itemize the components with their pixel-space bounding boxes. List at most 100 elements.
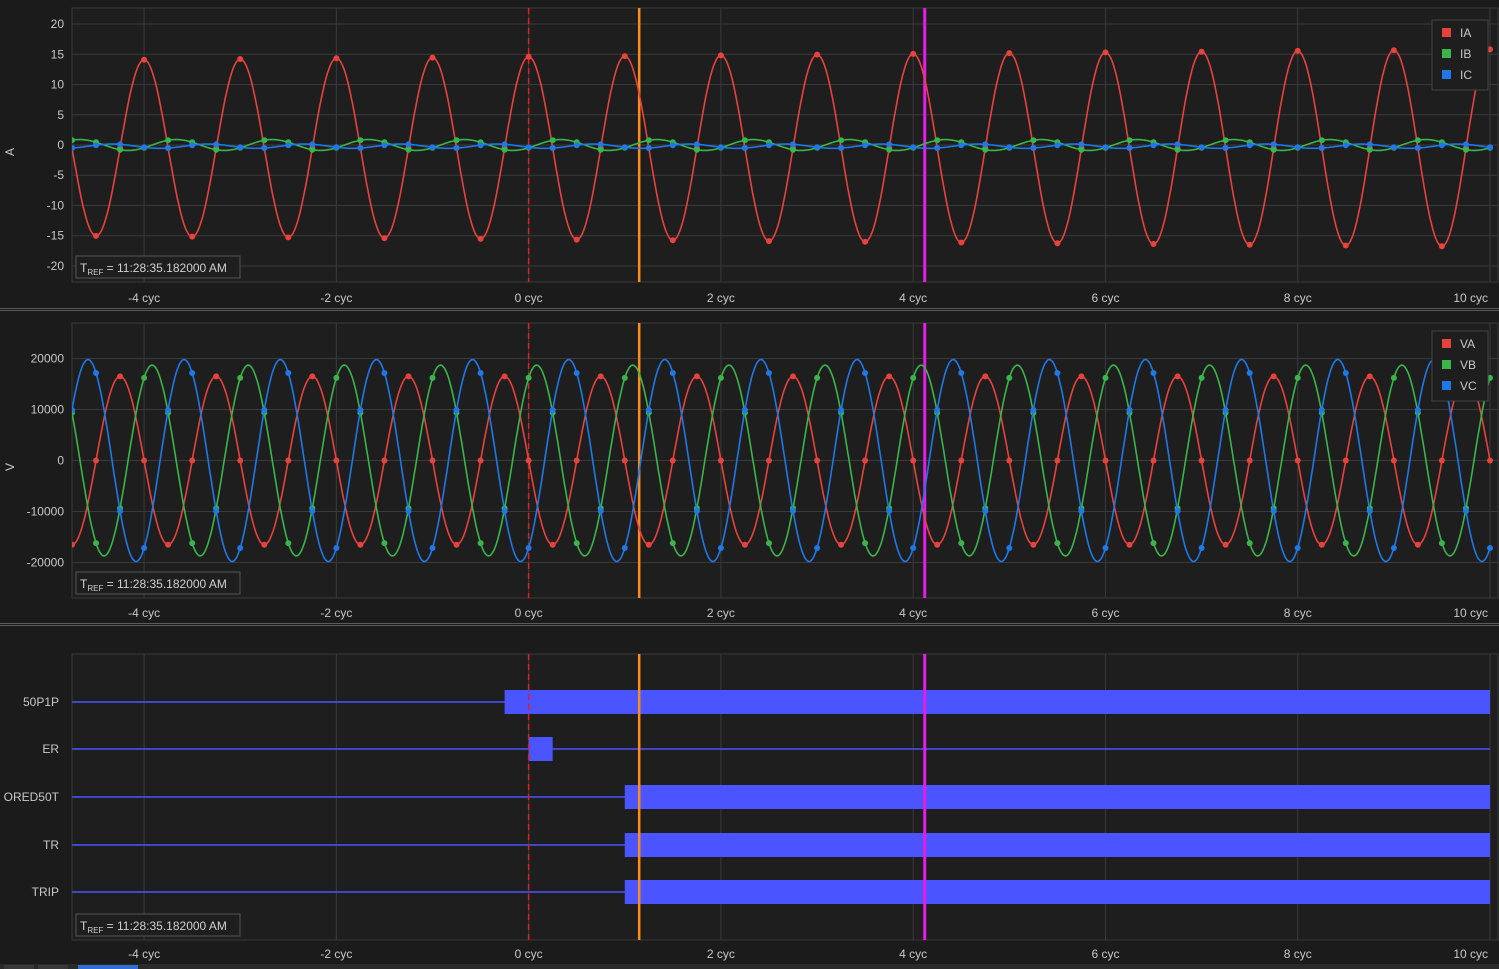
sample-point — [1150, 370, 1157, 376]
bottom-tab[interactable] — [4, 965, 34, 969]
sample-point — [1246, 370, 1253, 376]
sample-point — [838, 407, 845, 413]
tref-sub: REF — [87, 926, 103, 935]
sample-point — [1102, 144, 1109, 151]
sample-point — [141, 56, 148, 63]
sample-point — [1414, 541, 1421, 548]
sample-point — [1054, 370, 1061, 376]
sample-point — [429, 144, 436, 151]
sample-point — [1270, 146, 1277, 153]
sample-point — [838, 137, 845, 144]
sample-point — [1438, 540, 1445, 547]
sample-point — [1174, 508, 1181, 514]
sample-point — [1078, 508, 1085, 514]
current-chart[interactable]: -4 cyc -2 cyc 0 cyc 2 cyc 4 cyc 6 cyc 8 cyc 10 … — [0, 0, 1499, 308]
sample-point — [453, 137, 460, 144]
legend[interactable]: IA IB IC — [1431, 19, 1489, 91]
x-tick-label: -2 cyc — [320, 606, 352, 620]
sample-point — [862, 370, 869, 376]
sample-point — [189, 370, 196, 376]
digital-chart[interactable]: -4 cyc -2 cyc 0 cyc 2 cyc 4 cyc 6 cyc 8 cyc 10 … — [0, 628, 1499, 964]
tref-box: TREF = 11:28:35.182000 AM — [75, 571, 241, 595]
sample-point — [213, 146, 220, 153]
sample-point — [405, 141, 412, 148]
sample-point — [1390, 545, 1397, 551]
sample-point — [525, 545, 532, 551]
legend-label: IC — [1460, 68, 1472, 82]
sample-point — [72, 541, 75, 548]
y-axis-label: A — [3, 148, 17, 156]
sample-point — [1030, 137, 1037, 144]
voltage-chart-panel[interactable]: -4 cyc -2 cyc 0 cyc 2 cyc 4 cyc 6 cyc 8 cyc 10 … — [0, 313, 1499, 623]
bottom-tab-strip — [0, 964, 1499, 969]
sample-point — [285, 142, 292, 149]
sample-point — [525, 374, 532, 381]
sample-point — [357, 407, 364, 413]
current-chart-panel[interactable]: -4 cyc -2 cyc 0 cyc 2 cyc 4 cyc 6 cyc 8 cyc 10 … — [0, 0, 1499, 308]
sample-point — [1342, 142, 1349, 149]
sample-point — [1438, 243, 1445, 250]
sample-point — [621, 457, 628, 464]
bottom-tab[interactable] — [38, 965, 68, 969]
digital-chart-panel[interactable]: -4 cyc -2 cyc 0 cyc 2 cyc 4 cyc 6 cyc 8 cyc 10 … — [0, 628, 1499, 964]
bottom-tab-active[interactable] — [78, 965, 138, 969]
tref-value: = 11:28:35.182000 AM — [103, 261, 227, 275]
sample-point — [934, 145, 941, 151]
sample-point — [285, 540, 292, 547]
sample-point — [669, 370, 676, 376]
sample-point — [958, 142, 965, 149]
sample-point — [477, 142, 484, 149]
sample-point — [693, 508, 700, 514]
sample-point — [1246, 540, 1253, 547]
sample-point — [669, 540, 676, 547]
sample-point — [1342, 457, 1349, 464]
sample-point — [1030, 407, 1037, 413]
sample-point — [405, 146, 412, 153]
sample-point — [501, 508, 508, 514]
sample-point — [1487, 144, 1493, 151]
sample-point — [429, 457, 436, 464]
sample-point — [741, 541, 748, 548]
sample-point — [790, 373, 796, 380]
sample-point — [958, 370, 965, 376]
sample-point — [237, 56, 244, 62]
sample-point — [1222, 407, 1229, 413]
legend-label: VB — [1460, 358, 1476, 372]
y-tick-label: 10 — [51, 78, 65, 92]
x-tick-label: 10 cyc — [1453, 947, 1488, 961]
sample-point — [910, 144, 917, 151]
sample-point — [597, 146, 604, 153]
sample-point — [1270, 508, 1277, 514]
x-tick-label: -4 cyc — [128, 606, 160, 620]
sample-point — [1318, 541, 1325, 548]
x-tick-label: 2 cyc — [707, 606, 735, 620]
sample-point — [189, 540, 196, 547]
sample-point — [1414, 137, 1421, 144]
sample-point — [1006, 374, 1013, 381]
x-tick-label: -2 cyc — [320, 947, 352, 961]
legend[interactable]: VA VB VC — [1431, 330, 1489, 402]
channel-active-bar — [624, 833, 1490, 857]
sample-point — [1174, 373, 1181, 380]
legend-label: IA — [1460, 26, 1471, 40]
sample-point — [1102, 457, 1109, 464]
legend-swatch — [1442, 339, 1451, 348]
sample-point — [693, 141, 700, 148]
sample-point — [1126, 145, 1133, 151]
sample-point — [141, 144, 148, 151]
sample-point — [886, 508, 893, 514]
sample-point — [549, 407, 556, 413]
voltage-chart[interactable]: -4 cyc -2 cyc 0 cyc 2 cyc 4 cyc 6 cyc 8 cyc 10 … — [0, 313, 1499, 623]
sample-point — [862, 142, 869, 149]
sample-point — [1126, 137, 1133, 144]
legend-swatch — [1442, 49, 1451, 58]
sample-point — [309, 141, 316, 148]
sample-point — [72, 407, 75, 413]
sample-point — [1222, 145, 1229, 151]
sample-point — [1222, 137, 1229, 144]
sample-point — [213, 373, 220, 380]
sample-point — [669, 457, 676, 464]
sample-point — [1150, 540, 1157, 547]
tref-sub: REF — [87, 584, 103, 593]
sample-point — [1150, 457, 1157, 464]
